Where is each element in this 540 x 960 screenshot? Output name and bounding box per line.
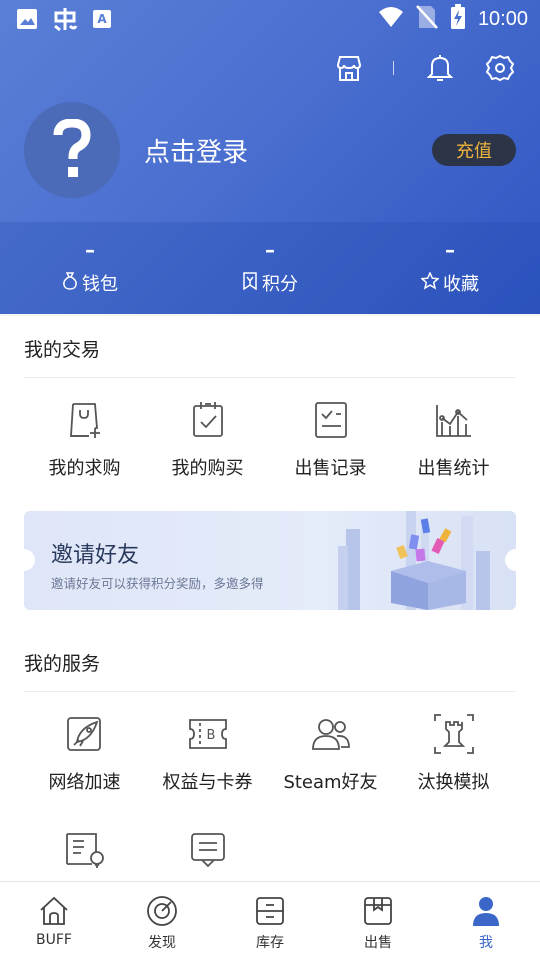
gallery-icon	[16, 8, 38, 34]
account-stats: – 钱包 – 积分 – 收藏	[0, 222, 540, 314]
svg-text:B: B	[206, 728, 215, 743]
login-link[interactable]: 点击登录	[144, 132, 248, 169]
banner-subtitle: 邀请好友可以获得积分奖励，多邀多得	[51, 576, 264, 591]
rocket-icon	[63, 712, 107, 756]
nav-label: 出售	[364, 935, 392, 951]
stat-points[interactable]: – 积分	[180, 222, 360, 314]
invite-friends-banner[interactable]: 邀请好友 邀请好友可以获得积分奖励，多邀多得	[24, 511, 516, 610]
invite-illustration	[338, 511, 490, 610]
network-boost[interactable]: 网络加速	[17, 712, 152, 794]
sell-icon	[361, 894, 395, 928]
nav-label: 发现	[148, 935, 176, 951]
steam-friends[interactable]: Steam好友	[263, 712, 398, 794]
stat-value: –	[85, 238, 95, 262]
stat-favorites[interactable]: – 收藏	[360, 222, 540, 314]
nav-me[interactable]: 我	[432, 882, 540, 960]
home-icon	[37, 894, 71, 928]
clipboard-check-icon	[186, 398, 230, 442]
a-icon: A	[92, 9, 112, 33]
banner-title: 邀请好友	[51, 543, 140, 568]
divider	[24, 691, 516, 692]
avatar[interactable]	[24, 102, 120, 198]
section-title: 我的交易	[24, 339, 101, 361]
grid-label: 出售统计	[417, 458, 490, 479]
guide-entry[interactable]	[17, 828, 152, 872]
bottom-nav: BUFF 发现 库存 出售 我	[0, 881, 540, 960]
nav-sell[interactable]: 出售	[324, 882, 432, 960]
feedback-entry[interactable]	[140, 828, 275, 872]
settings-icon[interactable]	[484, 52, 516, 84]
guide-icon	[63, 828, 107, 872]
inventory-icon	[253, 894, 287, 928]
points-icon	[242, 271, 258, 295]
bag-plus-icon	[63, 398, 107, 442]
profile-header: A 10:00 点击登录 充值 – 钱包 – 积分 – 收藏	[0, 0, 540, 314]
nav-label: 我	[479, 935, 493, 951]
status-time: 10:00	[477, 7, 528, 30]
grid-label: 我的求购	[48, 458, 121, 479]
feedback-icon	[186, 828, 230, 872]
services-section: 我的服务 网络加速 B 权益与卡券 Steam好友 汰换模拟	[0, 630, 540, 881]
nav-inventory[interactable]: 库存	[216, 882, 324, 960]
wifi-icon	[378, 6, 404, 32]
store-icon[interactable]	[333, 52, 365, 84]
sales-records[interactable]: 出售记录	[263, 398, 398, 480]
grid-label: 我的购买	[171, 458, 244, 479]
status-bar: A 10:00	[0, 0, 540, 38]
grid-label: 出售记录	[294, 458, 367, 479]
no-sim-icon	[416, 5, 438, 33]
svg-text:A: A	[97, 12, 107, 26]
divider	[24, 377, 516, 378]
app-logo-icon	[52, 6, 78, 36]
benefits-coupons[interactable]: B 权益与卡券	[140, 712, 275, 794]
sales-stats[interactable]: 出售统计	[386, 398, 521, 480]
nav-buff[interactable]: BUFF	[0, 882, 108, 960]
stat-wallet[interactable]: – 钱包	[0, 222, 180, 314]
stat-label: 积分	[262, 274, 298, 295]
stat-label: 收藏	[443, 274, 479, 295]
stat-value: –	[445, 238, 455, 262]
wallet-icon	[62, 271, 78, 295]
my-purchases[interactable]: 我的购买	[140, 398, 275, 480]
coupon-icon: B	[186, 712, 230, 756]
stat-value: –	[265, 238, 275, 262]
nav-discover[interactable]: 发现	[108, 882, 216, 960]
section-title: 我的服务	[24, 653, 101, 675]
nav-label: 库存	[256, 935, 284, 951]
discover-icon	[145, 894, 179, 928]
grid-label: Steam好友	[283, 772, 378, 793]
grid-label: 汰换模拟	[417, 772, 490, 793]
friends-icon	[309, 712, 353, 756]
tradeup-icon	[432, 712, 476, 756]
grid-label: 权益与卡券	[162, 772, 253, 793]
nav-label: BUFF	[36, 932, 72, 948]
icon-divider	[393, 61, 394, 75]
stat-label: 钱包	[82, 274, 118, 295]
my-buy-orders[interactable]: 我的求购	[17, 398, 152, 480]
battery-charging-icon	[450, 4, 466, 34]
bell-icon[interactable]	[424, 52, 456, 84]
me-icon	[469, 894, 503, 928]
chart-icon	[432, 398, 476, 442]
grid-label: 网络加速	[48, 772, 121, 793]
star-icon	[420, 270, 440, 295]
tradeup-sim[interactable]: 汰换模拟	[386, 712, 521, 794]
recharge-button[interactable]: 充值	[432, 134, 516, 166]
record-icon	[309, 398, 353, 442]
